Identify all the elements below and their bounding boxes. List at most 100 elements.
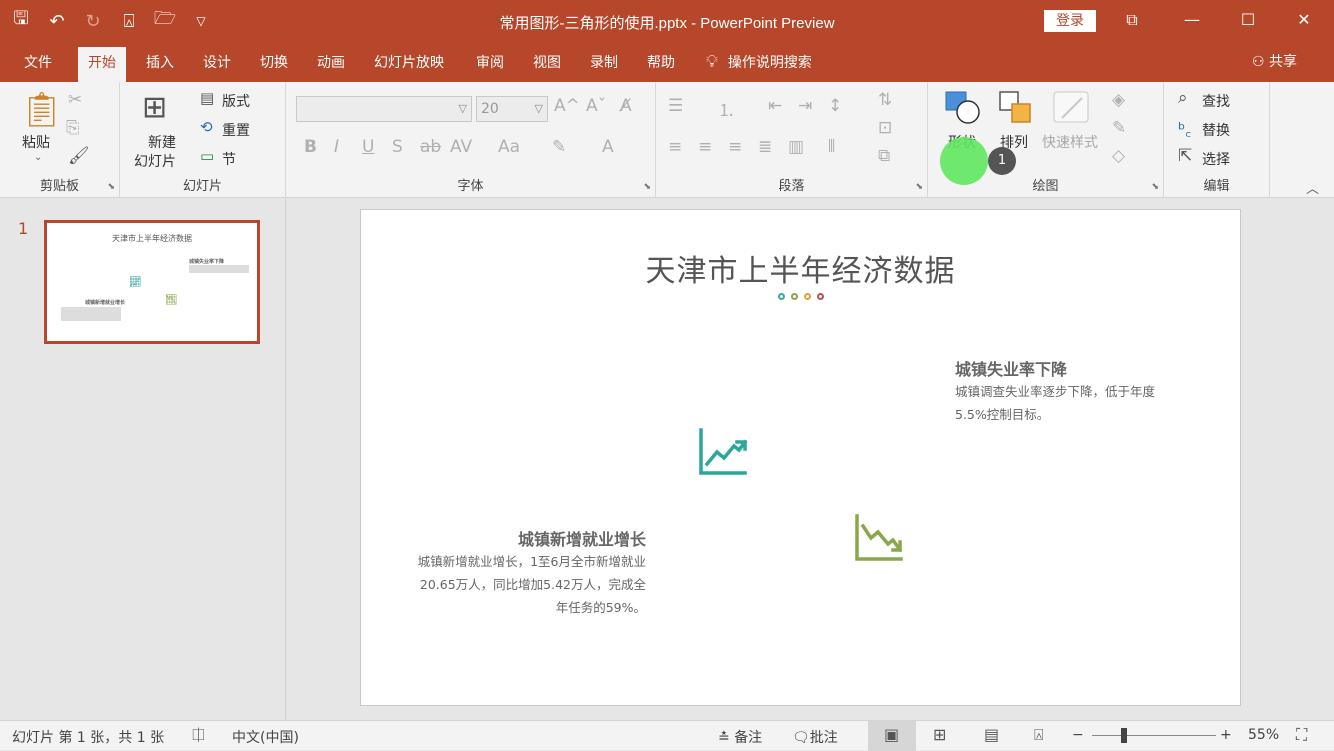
save-icon[interactable]: 🖫: [6, 6, 36, 36]
tab-view[interactable]: 视图: [523, 47, 571, 82]
slide-title[interactable]: 天津市上半年经济数据: [361, 246, 1240, 290]
paste-dropdown-icon[interactable]: ⌄: [34, 152, 42, 163]
tab-file[interactable]: 文件: [14, 47, 62, 82]
tab-insert[interactable]: 插入: [136, 47, 184, 82]
new-slide-button-line2[interactable]: 幻灯片: [134, 151, 176, 171]
shape-outline-icon[interactable]: ✎: [1112, 118, 1126, 138]
shrink-font-icon[interactable]: Aˇ: [586, 96, 606, 116]
slideshow-icon[interactable]: ⍓: [1034, 725, 1044, 745]
paste-button[interactable]: 粘贴: [22, 132, 50, 152]
minimize-icon[interactable]: —: [1164, 0, 1220, 42]
redo-icon[interactable]: ↻: [78, 11, 108, 32]
copy-icon[interactable]: ⎘: [66, 118, 80, 138]
tab-help[interactable]: 帮助: [637, 47, 685, 82]
line-spacing-icon[interactable]: ↕: [828, 96, 842, 116]
numbering-icon[interactable]: ⒈: [718, 96, 735, 121]
shadow-icon[interactable]: S: [392, 137, 403, 157]
customize-icon[interactable]: ▽: [186, 14, 216, 28]
align-center-icon[interactable]: ≡: [698, 137, 712, 157]
layout-button[interactable]: 版式: [222, 91, 250, 111]
notes-button[interactable]: ≛ 备注: [718, 727, 762, 747]
cut-icon[interactable]: ✂: [68, 90, 82, 110]
align-left-icon[interactable]: ≡: [668, 137, 682, 157]
smartart-icon[interactable]: ⧉: [878, 146, 890, 166]
tab-animations[interactable]: 动画: [307, 47, 355, 82]
font-color-icon[interactable]: A: [602, 137, 614, 157]
fit-to-window-icon[interactable]: ⛶: [1296, 725, 1307, 745]
new-slide-icon[interactable]: ⊞: [142, 90, 167, 125]
highlight-icon[interactable]: ✎: [552, 137, 566, 157]
reset-button[interactable]: 重置: [222, 120, 250, 140]
right-block-title[interactable]: 城镇失业率下降: [955, 356, 1067, 380]
char-spacing-icon[interactable]: AV: [450, 137, 472, 157]
paragraph-launcher-icon[interactable]: ⬊: [915, 182, 923, 192]
strikethrough-icon[interactable]: ab: [420, 137, 441, 157]
align-right-icon[interactable]: ≡: [728, 137, 742, 157]
comments-button[interactable]: 🗨︎批注: [792, 727, 838, 747]
arrange-icon[interactable]: [998, 90, 1034, 126]
replace-button[interactable]: 替换: [1202, 120, 1230, 140]
ribbon-display-icon[interactable]: ⧉: [1104, 0, 1160, 42]
align-text-icon[interactable]: ⊡: [878, 118, 892, 138]
new-slide-button[interactable]: 新建: [148, 132, 176, 152]
reading-view-icon[interactable]: ▤: [984, 725, 999, 744]
change-case-icon[interactable]: Aa: [498, 137, 520, 157]
bold-icon[interactable]: B: [304, 137, 317, 157]
left-block-text[interactable]: 城镇新增就业增长，1至6月全市新增就业 20.65万人，同比增加5.42万人，完…: [418, 550, 646, 619]
undo-icon[interactable]: ↶: [42, 11, 72, 32]
present-icon[interactable]: ⍓: [114, 11, 144, 32]
tab-design[interactable]: 设计: [193, 47, 241, 82]
tab-home[interactable]: 开始: [78, 47, 126, 82]
trend-down-icon[interactable]: [853, 512, 905, 564]
columns-icon[interactable]: ⫴: [828, 137, 835, 157]
font-launcher-icon[interactable]: ⬊: [643, 182, 651, 192]
slide-thumbnail[interactable]: 天津市上半年经济数据 城镇失业率下降 📈︎ 📉︎ 城镇新增就业增长: [44, 220, 260, 344]
normal-view-button[interactable]: ▣: [868, 721, 916, 751]
trend-up-icon[interactable]: [697, 426, 749, 478]
share-button[interactable]: ⚇ 共享: [1252, 47, 1297, 77]
justify-icon[interactable]: ≣: [758, 137, 772, 157]
tell-me-search[interactable]: 💡︎ 操作说明搜索: [706, 47, 812, 77]
format-painter-icon[interactable]: 🖌︎: [68, 146, 90, 166]
zoom-in-button[interactable]: +: [1220, 727, 1232, 743]
language[interactable]: 中文(中国): [232, 727, 299, 747]
open-icon[interactable]: 🗁: [150, 6, 180, 36]
shape-fill-icon[interactable]: ◈: [1112, 90, 1125, 110]
section-button[interactable]: 节: [222, 149, 236, 169]
font-size-select[interactable]: 20 ▽: [476, 96, 548, 122]
maximize-icon[interactable]: ☐: [1220, 0, 1276, 42]
grow-font-icon[interactable]: A^: [554, 96, 580, 116]
select-button[interactable]: 选择: [1202, 149, 1230, 169]
zoom-slider-track[interactable]: [1092, 735, 1216, 736]
left-block-title[interactable]: 城镇新增就业增长: [518, 526, 646, 550]
tab-slideshow[interactable]: 幻灯片放映: [364, 47, 454, 82]
text-direction-icon[interactable]: ⇅: [878, 90, 892, 110]
quick-styles-icon[interactable]: [1052, 90, 1092, 126]
clear-format-icon[interactable]: A̸: [620, 96, 632, 116]
increase-indent-icon[interactable]: ⇥: [798, 96, 812, 116]
right-block-text[interactable]: 城镇调查失业率逐步下降，低于年度 5.5%控制目标。: [955, 380, 1155, 426]
italic-icon[interactable]: I: [334, 137, 339, 157]
shapes-icon[interactable]: [944, 90, 980, 126]
tab-transitions[interactable]: 切换: [250, 47, 298, 82]
accessibility-icon[interactable]: ⎅: [192, 725, 205, 745]
slide-canvas[interactable]: 天津市上半年经济数据 城镇失业率下降 城镇调查失业率逐步下降，低于年度 5.5%…: [360, 209, 1241, 706]
clipboard-launcher-icon[interactable]: ⬊: [107, 182, 115, 192]
drawing-launcher-icon[interactable]: ⬊: [1151, 182, 1159, 192]
bullets-icon[interactable]: ☰: [668, 96, 683, 116]
quick-styles-button[interactable]: 快速样式: [1042, 132, 1098, 152]
tab-review[interactable]: 审阅: [466, 47, 514, 82]
slide-sorter-icon[interactable]: ⊞: [933, 725, 946, 744]
zoom-out-button[interactable]: −: [1072, 727, 1084, 743]
tab-record[interactable]: 录制: [580, 47, 628, 82]
login-button[interactable]: 登录: [1044, 10, 1096, 32]
underline-icon[interactable]: U: [362, 137, 374, 157]
distributed-icon[interactable]: ▥: [788, 137, 804, 157]
font-name-select[interactable]: ▽: [296, 96, 472, 122]
close-icon[interactable]: ✕: [1276, 0, 1332, 42]
zoom-slider-thumb[interactable]: [1121, 728, 1127, 743]
zoom-level[interactable]: 55%: [1248, 727, 1279, 743]
collapse-ribbon-icon[interactable]: ︿: [1306, 178, 1319, 197]
find-button[interactable]: 查找: [1202, 91, 1230, 111]
paste-icon[interactable]: 📋︎: [20, 90, 63, 130]
